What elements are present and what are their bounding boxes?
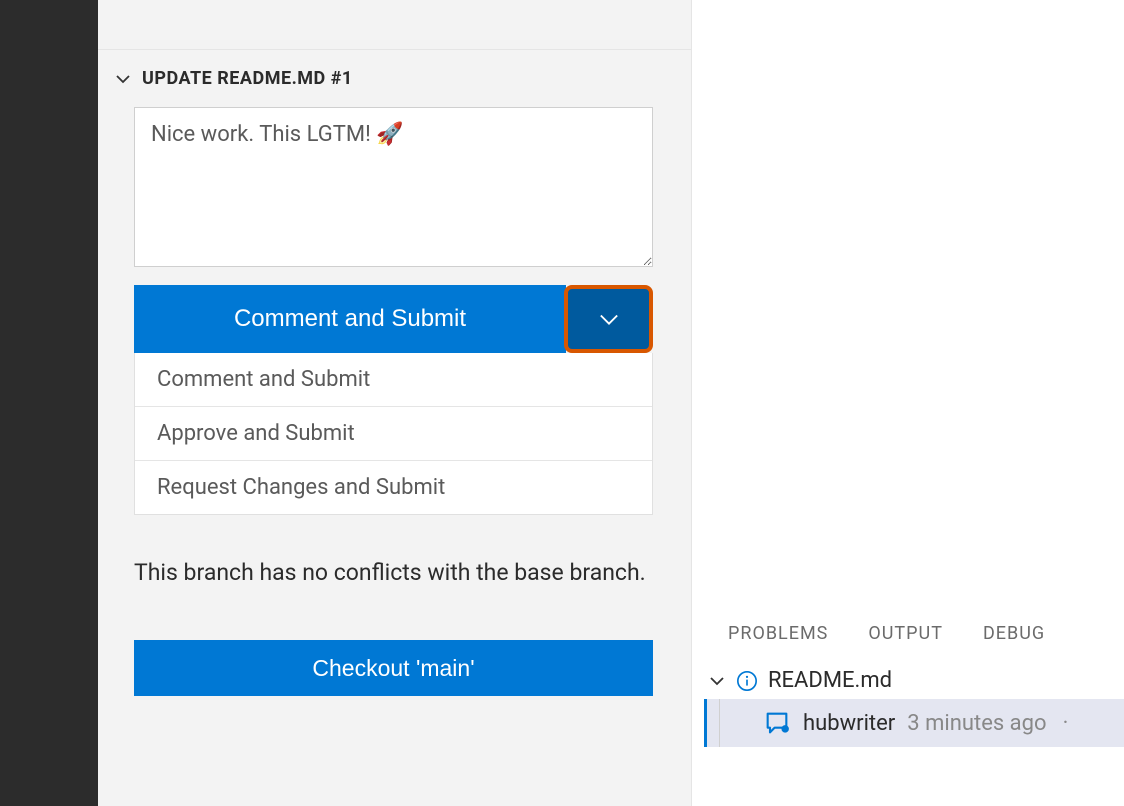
chevron-down-icon[interactable] (114, 70, 132, 88)
indent-guide (719, 699, 720, 747)
chevron-down-icon[interactable] (708, 672, 726, 690)
checkout-main-button[interactable]: Checkout 'main' (134, 640, 653, 696)
submit-dropdown-button[interactable] (564, 285, 653, 353)
info-icon (736, 670, 758, 692)
tab-problems[interactable]: PROBLEMS (728, 623, 828, 644)
dropdown-option-comment-submit[interactable]: Comment and Submit (135, 353, 652, 407)
bottom-tab-row: PROBLEMS OUTPUT DEBUG (692, 611, 1124, 658)
submit-dropdown-list: Comment and Submit Approve and Submit Re… (134, 353, 653, 515)
comment-user: hubwriter (803, 711, 895, 736)
dropdown-option-approve-submit[interactable]: Approve and Submit (135, 407, 652, 461)
editor-area (692, 0, 1124, 611)
chevron-down-icon (595, 305, 623, 333)
submit-row: Comment and Submit (134, 285, 653, 353)
comment-icon (763, 709, 791, 737)
activity-bar (0, 0, 98, 806)
review-comment-input[interactable] (134, 107, 653, 267)
tab-output[interactable]: OUTPUT (868, 623, 943, 644)
panel-top-spacer (98, 0, 691, 50)
dropdown-option-request-changes-submit[interactable]: Request Changes and Submit (135, 461, 652, 514)
tree-comment-item[interactable]: hubwriter 3 minutes ago · (704, 699, 1124, 747)
separator-dot: · (1063, 711, 1069, 736)
main-panel: UPDATE README.MD #1 Comment and Submit C… (98, 0, 1124, 806)
pr-header[interactable]: UPDATE README.MD #1 (98, 50, 691, 107)
pr-body: Comment and Submit Comment and Submit Ap… (98, 107, 691, 696)
comment-time: 3 minutes ago (907, 711, 1046, 736)
comments-tree: README.md hubwriter 3 minutes ago · (692, 658, 1124, 747)
pr-panel: UPDATE README.MD #1 Comment and Submit C… (98, 0, 692, 806)
tree-file-name: README.md (768, 668, 892, 693)
pr-title: UPDATE README.MD #1 (142, 68, 353, 89)
right-panel: PROBLEMS OUTPUT DEBUG (692, 0, 1124, 806)
tab-debug[interactable]: DEBUG (983, 623, 1045, 644)
tree-file-header[interactable]: README.md (704, 662, 1124, 699)
bottom-panel: PROBLEMS OUTPUT DEBUG (692, 611, 1124, 806)
conflicts-status-text: This branch has no conflicts with the ba… (134, 553, 653, 592)
comment-and-submit-button[interactable]: Comment and Submit (134, 285, 566, 353)
